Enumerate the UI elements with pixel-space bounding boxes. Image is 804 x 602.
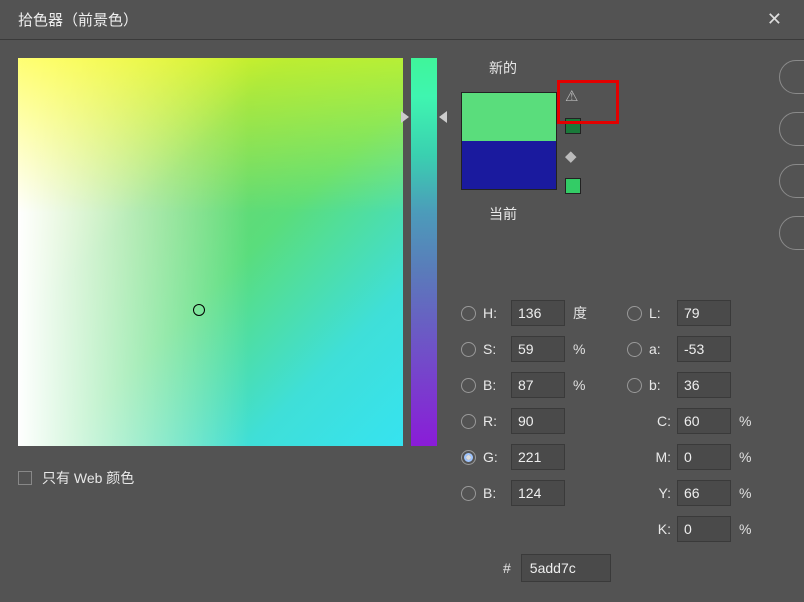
unit-k: % — [737, 521, 763, 537]
input-l[interactable] — [677, 300, 731, 326]
label-bv: B: — [483, 377, 507, 393]
input-hex[interactable] — [521, 554, 611, 582]
picker-row — [18, 58, 437, 446]
radio-bv[interactable] — [461, 378, 476, 393]
radio-r[interactable] — [461, 414, 476, 429]
radio-lab-b[interactable] — [627, 378, 642, 393]
label-m: M: — [649, 449, 673, 465]
hex-prefix: # — [503, 560, 511, 576]
current-color-swatch[interactable] — [462, 141, 556, 189]
label-h: H: — [483, 305, 507, 321]
radio-a[interactable] — [627, 342, 642, 357]
current-color-label: 当前 — [489, 204, 763, 224]
color-library-button[interactable]: 颜色库 — [779, 216, 804, 250]
hex-row: # — [503, 554, 763, 582]
gamut-warning-icon[interactable]: ⚠ — [565, 87, 578, 105]
input-bv[interactable] — [511, 372, 565, 398]
add-swatch-button[interactable]: 添加到色板 — [779, 164, 804, 198]
radio-g[interactable] — [461, 450, 476, 465]
hue-strip[interactable] — [411, 58, 437, 446]
swatch-warnings: ⚠ ◆ — [565, 84, 581, 198]
websafe-nearest-swatch[interactable] — [565, 178, 581, 194]
input-c[interactable] — [677, 408, 731, 434]
label-l: L: — [649, 305, 673, 321]
close-icon[interactable]: ✕ — [759, 5, 790, 34]
ok-button[interactable]: 确定 — [779, 60, 804, 94]
window-title: 拾色器（前景色） — [18, 9, 138, 30]
label-y: Y: — [649, 485, 673, 501]
websafe-warning-icon[interactable]: ◆ — [565, 147, 577, 165]
content: 只有 Web 颜色 新的 ⚠ ◆ — [0, 40, 804, 596]
label-c: C: — [649, 413, 673, 429]
gamut-nearest-swatch[interactable] — [565, 118, 581, 134]
label-r: R: — [483, 413, 507, 429]
mid-panel: 新的 ⚠ ◆ 当前 — [461, 58, 763, 582]
reset-button[interactable]: 复位 — [779, 112, 804, 146]
label-lab-b: b: — [649, 377, 673, 393]
input-g[interactable] — [511, 444, 565, 470]
saturation-value-field[interactable] — [18, 58, 403, 446]
input-s[interactable] — [511, 336, 565, 362]
input-lab-b[interactable] — [677, 372, 731, 398]
web-only-checkbox[interactable] — [18, 471, 32, 485]
radio-h[interactable] — [461, 306, 476, 321]
input-b[interactable] — [511, 480, 565, 506]
label-b: B: — [483, 485, 507, 501]
hue-arrow-left-icon — [401, 111, 409, 123]
new-color-label: 新的 — [489, 58, 763, 78]
label-k: K: — [649, 521, 673, 537]
unit-s: % — [571, 341, 597, 357]
input-a[interactable] — [677, 336, 731, 362]
input-k[interactable] — [677, 516, 731, 542]
web-only-row: 只有 Web 颜色 — [18, 468, 437, 488]
titlebar: 拾色器（前景色） ✕ — [0, 0, 804, 40]
swatch-stack — [461, 92, 557, 190]
radio-s[interactable] — [461, 342, 476, 357]
swatch-row: ⚠ ◆ — [461, 84, 763, 198]
left-panel: 只有 Web 颜色 — [18, 58, 437, 582]
label-s: S: — [483, 341, 507, 357]
sv-cursor[interactable] — [193, 304, 205, 316]
unit-y: % — [737, 485, 763, 501]
unit-h: 度 — [571, 303, 597, 323]
input-y[interactable] — [677, 480, 731, 506]
unit-bv: % — [571, 377, 597, 393]
label-g: G: — [483, 449, 507, 465]
web-only-label: 只有 Web 颜色 — [42, 468, 134, 488]
label-a: a: — [649, 341, 673, 357]
hue-slider[interactable] — [411, 58, 437, 446]
radio-b[interactable] — [461, 486, 476, 501]
input-r[interactable] — [511, 408, 565, 434]
input-m[interactable] — [677, 444, 731, 470]
hue-arrow-right-icon — [439, 111, 447, 123]
radio-l[interactable] — [627, 306, 642, 321]
unit-m: % — [737, 449, 763, 465]
input-h[interactable] — [511, 300, 565, 326]
color-inputs: H: 度 L: S: % a: B: % b: — [461, 300, 763, 542]
unit-c: % — [737, 413, 763, 429]
right-panel: 确定 复位 添加到色板 颜色库 — [779, 58, 804, 582]
new-color-swatch[interactable] — [462, 93, 556, 141]
